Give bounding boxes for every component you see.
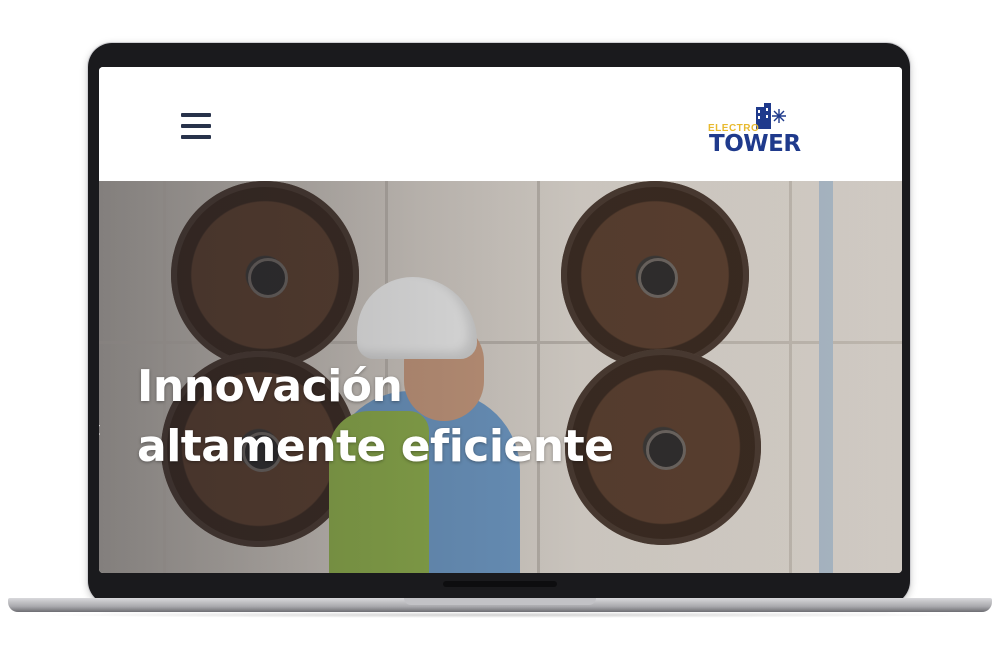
- hero-title: Innovación altamente eficiente: [137, 357, 657, 477]
- laptop-base-groove: [404, 598, 596, 605]
- menu-bar: [181, 113, 211, 117]
- menu-bar: [181, 135, 211, 139]
- brand-logo[interactable]: ELECTRO TOWER: [704, 103, 801, 157]
- carousel-prev-arrow[interactable]: ‹: [99, 417, 109, 441]
- laptop-screen: ELECTRO TOWER ‹ Innovación altamente efi…: [99, 67, 902, 573]
- site-header: ELECTRO TOWER: [99, 67, 902, 181]
- hero-title-line-1: Innovación: [137, 361, 403, 412]
- hero-banner: ‹ Innovación altamente eficiente: [99, 181, 902, 573]
- logo-text-tower: TOWER: [709, 131, 801, 157]
- laptop-shadow: [20, 612, 980, 618]
- hero-title-line-2: altamente eficiente: [137, 421, 614, 472]
- menu-bar: [181, 124, 211, 128]
- laptop-notch: [443, 581, 557, 587]
- hamburger-menu-icon[interactable]: [181, 113, 211, 139]
